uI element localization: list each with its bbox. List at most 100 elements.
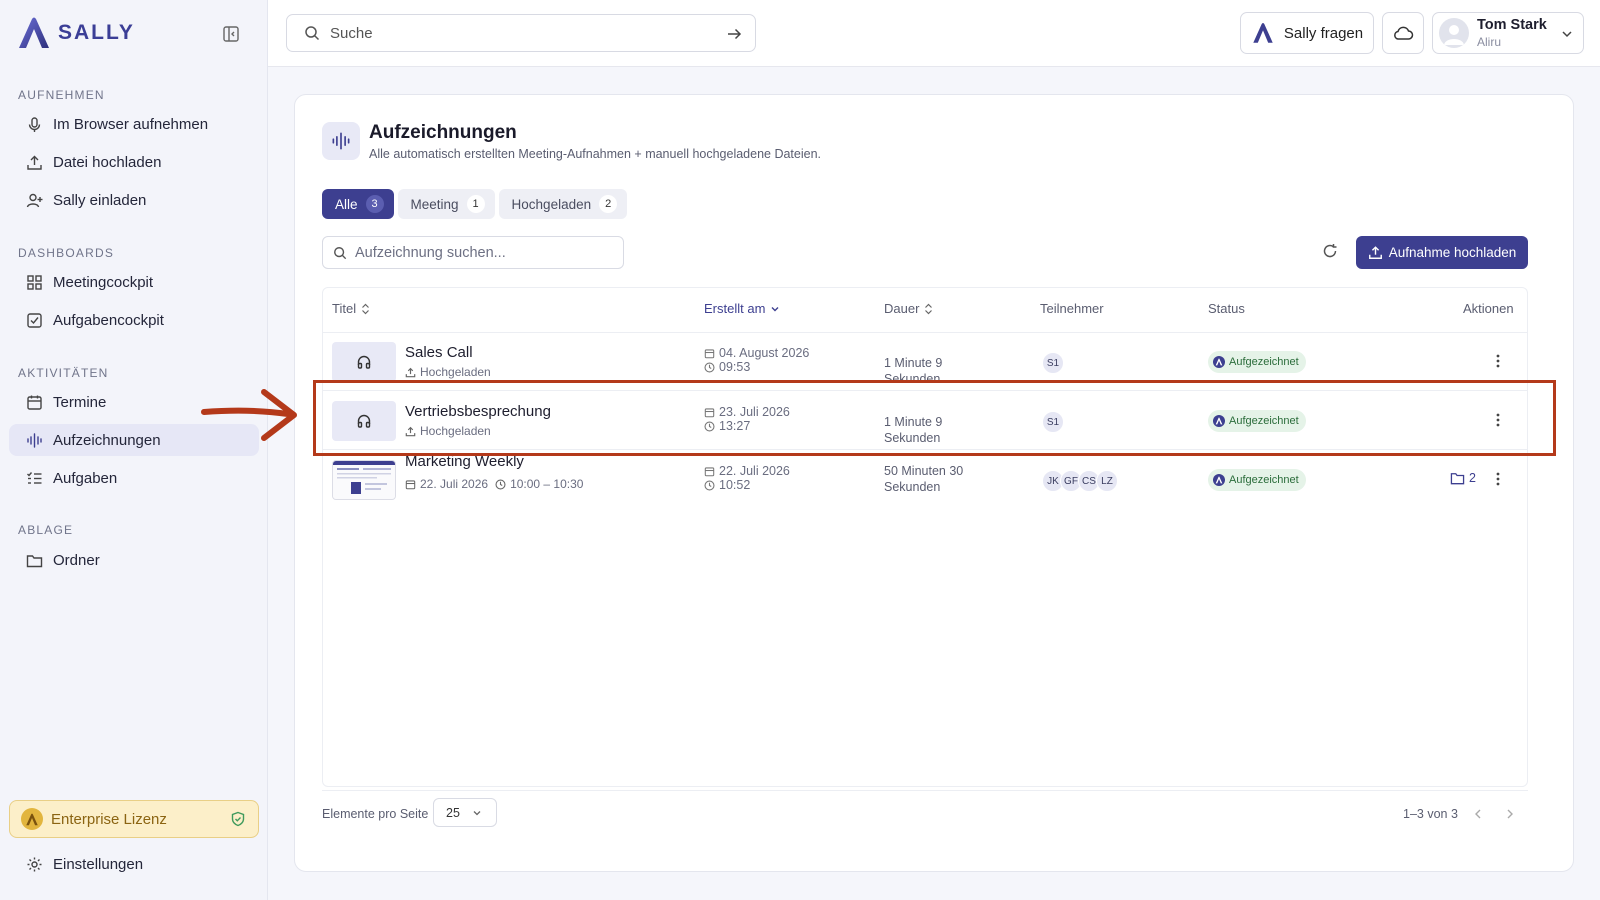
- top-bar: Suche Sally fragen Tom Stark Aliru: [268, 0, 1600, 67]
- sidebar-item-einstellungen[interactable]: Einstellungen: [9, 848, 259, 880]
- column-header-created[interactable]: Erstellt am: [704, 301, 780, 316]
- user-plus-icon: [26, 192, 43, 209]
- created-date: 22. Juli 2026: [719, 464, 790, 478]
- recording-source-label: Hochgeladen: [420, 424, 491, 438]
- status-badge: Aufgezeichnet: [1208, 469, 1306, 491]
- sidebar-item-meetingcockpit[interactable]: Meetingcockpit: [9, 266, 259, 298]
- sidebar-item-aufgaben[interactable]: Aufgaben: [9, 462, 259, 494]
- refresh-icon[interactable]: [1322, 243, 1340, 261]
- collapse-sidebar-icon[interactable]: [222, 25, 240, 43]
- table-row[interactable]: Marketing Weekly 22. Juli 2026 10:00 – 1…: [323, 451, 1527, 509]
- recording-thumbnail: [332, 342, 396, 382]
- sidebar-item-invite-sally[interactable]: Sally einladen: [9, 184, 259, 216]
- participants: S1: [1042, 411, 1064, 433]
- created-at: 22. Juli 2026 10:52: [704, 464, 790, 492]
- column-header-title[interactable]: Titel: [332, 301, 370, 316]
- brand-name: SALLY: [58, 21, 135, 44]
- sidebar-item-label: Ordner: [53, 551, 100, 569]
- participant-chip[interactable]: LZ: [1096, 470, 1118, 492]
- column-header-status: Status: [1208, 301, 1245, 316]
- created-time: 13:27: [719, 419, 751, 433]
- sidebar-item-label: Aufzeichnungen: [53, 431, 161, 449]
- participants: JK GF CS LZ: [1042, 470, 1118, 492]
- folder-count: 2: [1469, 471, 1476, 485]
- chevron-down-icon: [1561, 28, 1573, 40]
- column-label: Dauer: [884, 301, 920, 316]
- recording-title[interactable]: Marketing Weekly: [405, 453, 524, 470]
- sidebar-item-ordner[interactable]: Ordner: [9, 544, 259, 576]
- ask-sally-button[interactable]: Sally fragen: [1240, 12, 1374, 54]
- cloud-button[interactable]: [1382, 12, 1424, 54]
- sidebar-item-label: Sally einladen: [53, 191, 147, 209]
- sidebar-item-label: Datei hochladen: [53, 153, 162, 171]
- created-at: 04. August 2026 09:53: [704, 346, 809, 374]
- divider: [323, 449, 1527, 450]
- recording-title[interactable]: Vertriebsbesprechung: [405, 403, 551, 420]
- sidebar-item-aufgabencockpit[interactable]: Aufgabencockpit: [9, 304, 259, 336]
- status-badge: Aufgezeichnet: [1208, 410, 1306, 432]
- global-search-input[interactable]: Suche: [286, 14, 756, 52]
- sidebar-item-termine[interactable]: Termine: [9, 386, 259, 418]
- divider: [323, 390, 1527, 391]
- folder-badge[interactable]: 2: [1450, 471, 1476, 485]
- column-label: Teilnehmer: [1040, 301, 1104, 316]
- per-page-select[interactable]: 25: [433, 798, 497, 827]
- column-header-actions: Aktionen: [1463, 301, 1514, 316]
- duration: 1 Minute 9 Sekunden: [884, 415, 943, 445]
- tasklist-icon: [26, 470, 43, 487]
- waveform-icon: [26, 432, 43, 449]
- recording-thumbnail: [332, 401, 396, 441]
- sally-logo-icon: [1213, 356, 1225, 368]
- recording-source: Hochgeladen: [405, 365, 491, 379]
- recording-search-placeholder: Aufzeichnung suchen...: [355, 244, 506, 261]
- sort-icon: [362, 303, 370, 314]
- headphones-icon: [357, 355, 371, 369]
- chevron-right-icon[interactable]: [1505, 808, 1515, 820]
- recordings-table: Titel Erstellt am Dauer Teilnehmer Statu…: [322, 287, 1528, 787]
- participant-chip[interactable]: S1: [1042, 352, 1064, 374]
- more-actions-icon[interactable]: [1495, 353, 1501, 369]
- table-row[interactable]: Vertriebsbesprechung Hochgeladen 23. Jul…: [323, 392, 1527, 450]
- shield-check-icon: [230, 811, 246, 827]
- tab-alle[interactable]: Alle 3: [322, 189, 394, 219]
- status-label: Aufgezeichnet: [1229, 415, 1299, 427]
- enterprise-license-badge[interactable]: Enterprise Lizenz: [9, 800, 259, 838]
- recording-search-input[interactable]: Aufzeichnung suchen...: [322, 236, 624, 269]
- license-logo-icon: [21, 808, 43, 830]
- sidebar-item-label: Aufgaben: [53, 469, 118, 487]
- meeting-schedule: 22. Juli 2026 10:00 – 10:30: [405, 477, 583, 491]
- recording-thumbnail: [332, 460, 396, 500]
- tab-meeting[interactable]: Meeting 1: [397, 189, 495, 219]
- sidebar-item-upload-file[interactable]: Datei hochladen: [9, 146, 259, 178]
- sidebar-item-label: Im Browser aufnehmen: [53, 115, 209, 133]
- recordings-card: Aufzeichnungen Alle automatisch erstellt…: [294, 94, 1574, 872]
- recording-title[interactable]: Sales Call: [405, 344, 473, 361]
- upload-icon: [405, 426, 416, 436]
- sally-logo-icon: [1213, 415, 1225, 427]
- section-label-aufnehmen: AUFNEHMEN: [18, 88, 105, 102]
- user-menu-button[interactable]: Tom Stark Aliru: [1432, 12, 1584, 54]
- column-header-duration[interactable]: Dauer: [884, 301, 933, 316]
- chevron-left-icon[interactable]: [1473, 808, 1483, 820]
- arrow-right-icon[interactable]: [726, 26, 742, 42]
- clock-icon: [704, 361, 715, 373]
- sidebar-item-browser-recording[interactable]: Im Browser aufnehmen: [9, 108, 259, 140]
- calendar-icon: [405, 479, 416, 489]
- participant-chip[interactable]: S1: [1042, 411, 1064, 433]
- column-label: Aktionen: [1463, 301, 1514, 316]
- page-subtitle: Alle automatisch erstellten Meeting-Aufn…: [369, 147, 822, 161]
- table-row[interactable]: Sales Call Hochgeladen 04. August 2026 0…: [323, 333, 1527, 391]
- logo[interactable]: SALLY: [16, 16, 135, 50]
- folder-icon: [26, 552, 43, 569]
- tab-hochgeladen[interactable]: Hochgeladen 2: [498, 189, 628, 219]
- tab-count: 1: [466, 195, 485, 213]
- status-label: Aufgezeichnet: [1229, 356, 1299, 368]
- more-actions-icon[interactable]: [1495, 412, 1501, 428]
- upload-recording-button[interactable]: Aufnahme hochladen: [1356, 236, 1528, 269]
- filter-tabs: Alle 3 Meeting 1 Hochgeladen 2: [322, 189, 628, 219]
- status-badge: Aufgezeichnet: [1208, 351, 1306, 373]
- search-icon: [305, 26, 320, 41]
- created-time: 09:53: [719, 360, 751, 374]
- more-actions-icon[interactable]: [1495, 471, 1501, 487]
- sidebar-item-aufzeichnungen[interactable]: Aufzeichnungen: [9, 424, 259, 456]
